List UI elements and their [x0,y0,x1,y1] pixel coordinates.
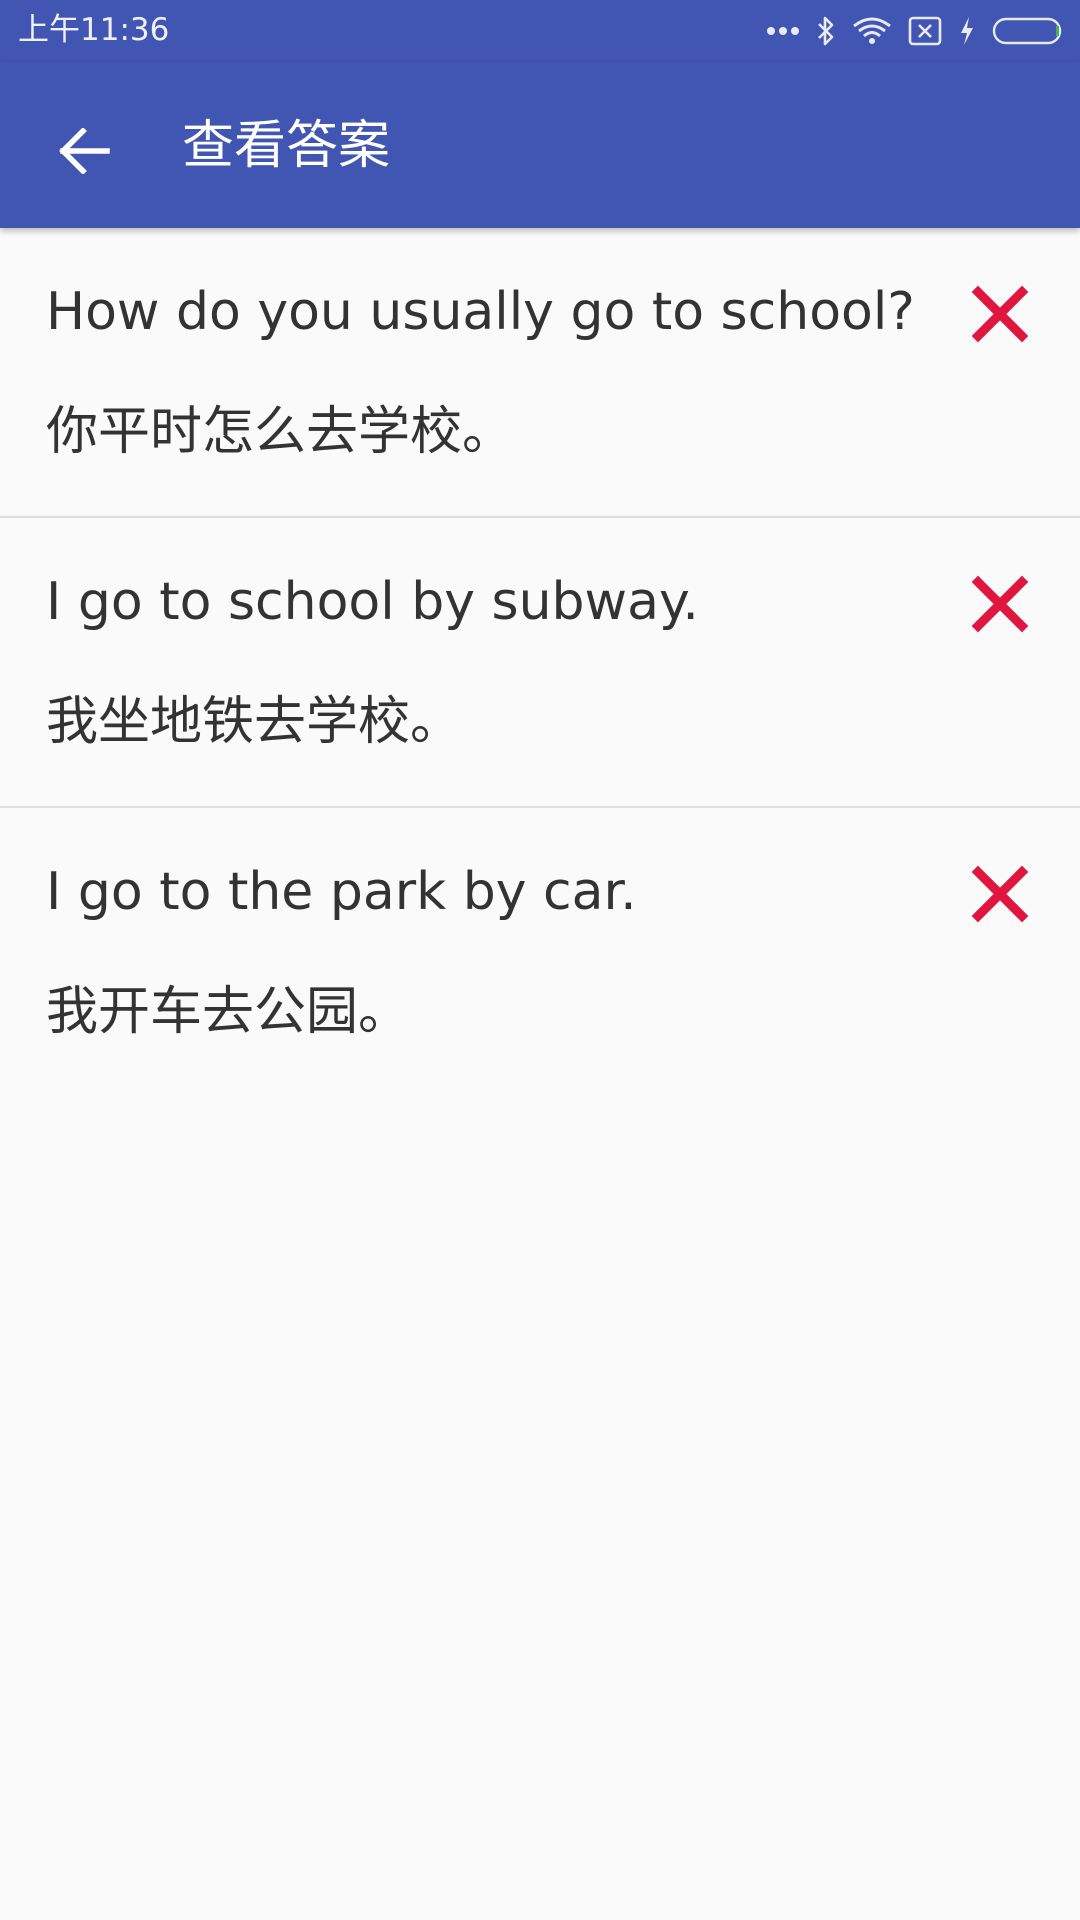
english-sentence: I go to school by subway. [46,572,699,632]
charging-icon [961,17,973,45]
answer-item[interactable]: How do you usually go to school? 你平时怎么去学… [0,228,1080,518]
wrong-x-icon [971,575,1029,633]
wifi-icon [853,17,891,44]
wrong-x-icon [971,285,1029,343]
chinese-translation: 你平时怎么去学校。 [46,402,515,462]
answer-item[interactable]: I go to the park by car. 我开车去公园。 [0,808,1080,1098]
status-bar: 上午11:36 [0,0,1080,62]
arrow-back-icon [59,128,110,174]
bluetooth-icon [818,16,834,46]
chinese-translation: 我开车去公园。 [46,982,411,1042]
back-button[interactable] [50,116,120,186]
battery-icon [992,17,1062,45]
answer-list: How do you usually go to school? 你平时怎么去学… [0,228,1080,1098]
status-time: 上午11:36 [18,12,170,48]
app-bar: 查看答案 [0,62,1080,228]
sim-blocked-icon [908,16,942,46]
english-sentence: How do you usually go to school? [46,282,915,342]
more-dots-icon [767,27,799,35]
page-title: 查看答案 [182,116,391,176]
chinese-translation: 我坐地铁去学校。 [46,692,463,752]
answer-item[interactable]: I go to school by subway. 我坐地铁去学校。 [0,518,1080,808]
english-sentence: I go to the park by car. [46,862,637,922]
wrong-x-icon [971,865,1029,923]
status-icons [766,12,1064,50]
